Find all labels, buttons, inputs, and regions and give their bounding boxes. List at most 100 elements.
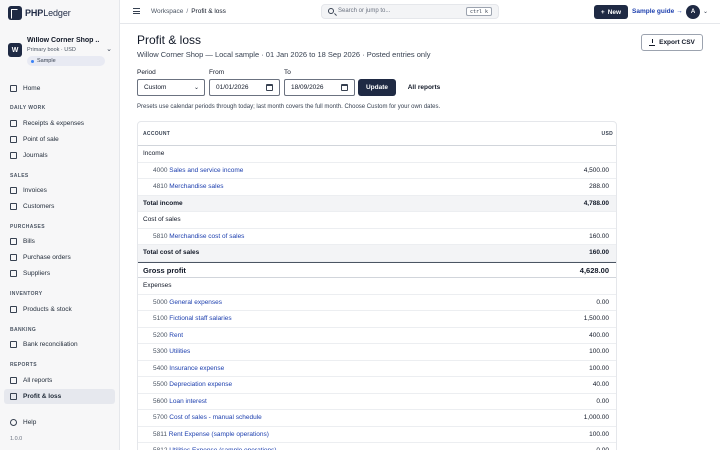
- period-label: Period: [137, 69, 156, 76]
- account-code: 5700: [153, 414, 168, 421]
- account-code: 4000: [153, 166, 168, 174]
- table-row[interactable]: 5200 Rent 400.00: [138, 328, 616, 344]
- table-row[interactable]: 4810 Merchandise sales 288.00: [138, 179, 616, 196]
- update-button[interactable]: Update: [358, 79, 396, 96]
- account-link[interactable]: General expenses: [169, 299, 222, 306]
- report-table: ACCOUNT USD Income 4000 Sales and service…: [137, 121, 617, 450]
- account-link[interactable]: Depreciation expense: [169, 381, 232, 388]
- table-row[interactable]: 5810 Merchandise cost of sales 160.00: [138, 229, 616, 245]
- sidebar-item-products[interactable]: Products & stock: [4, 302, 115, 317]
- from-date-field[interactable]: 01/01/2026: [209, 79, 280, 96]
- account-code: 4810: [153, 183, 168, 190]
- sidebar-item-purchase-orders[interactable]: Purchase orders: [4, 250, 115, 265]
- calendar-icon[interactable]: [266, 84, 273, 91]
- section-inventory: INVENTORY: [10, 291, 43, 297]
- account-link[interactable]: Rent: [169, 332, 183, 339]
- sidebar-item-home[interactable]: Home: [4, 81, 115, 96]
- account-link[interactable]: Loan interest: [169, 398, 207, 405]
- table-row[interactable]: 5811 Rent Expense (sample operations) 100…: [138, 427, 616, 443]
- account-cell: 5500 Depreciation expense: [153, 381, 232, 388]
- chevron-down-icon: ⌄: [106, 46, 112, 53]
- sidebar: PHPLedger W Willow Corner Shop ... Prima…: [0, 0, 120, 450]
- period-hint: Presets use calendar periods through tod…: [137, 104, 441, 110]
- sidebar-item-customers[interactable]: Customers: [4, 199, 115, 214]
- section-row: Income: [138, 146, 616, 163]
- account-code: 5000: [153, 298, 168, 306]
- section-row: Expenses: [138, 278, 616, 295]
- sidebar-item-pos[interactable]: Point of sale: [4, 132, 115, 147]
- user-avatar[interactable]: A: [686, 5, 700, 19]
- table-row[interactable]: 5000 General expenses 0.00: [138, 295, 616, 311]
- sidebar-item-label: Home: [23, 85, 41, 92]
- table-row[interactable]: 5400 Insurance expense 100.00: [138, 361, 616, 377]
- amount-cell: 40.00: [592, 381, 609, 388]
- account-code: 5810: [153, 232, 168, 240]
- section-purchases: PURCHASES: [10, 224, 45, 230]
- account-link[interactable]: Insurance expense: [169, 365, 224, 372]
- table-row[interactable]: 4000 Sales and service income 4,500.00: [138, 163, 616, 179]
- org-switcher[interactable]: W Willow Corner Shop ... Primary book · …: [8, 36, 116, 68]
- table-row[interactable]: 5500 Depreciation expense 40.00: [138, 377, 616, 394]
- account-code: 5811: [153, 430, 167, 438]
- account-link[interactable]: Utilities: [169, 348, 190, 355]
- account-cell: 5600 Loan interest: [153, 398, 207, 405]
- amount-cell: 4,500.00: [583, 166, 609, 174]
- section-sales: SALES: [10, 173, 29, 179]
- sidebar-item-journals[interactable]: Journals: [4, 148, 115, 163]
- sidebar-item-label: Profit & loss: [23, 393, 62, 400]
- account-link[interactable]: Rent Expense (sample operations): [169, 431, 269, 438]
- all-reports-button[interactable]: All reports: [402, 79, 446, 96]
- table-row[interactable]: 5700 Cost of sales - manual schedule 1,00…: [138, 410, 616, 427]
- table-row[interactable]: 5600 Loan interest 0.00: [138, 394, 616, 410]
- search-input[interactable]: Search or jump to... ctrl k: [321, 4, 499, 19]
- table-row[interactable]: 5100 Fictional staff salaries 1,500.00: [138, 311, 616, 328]
- sidebar-item-label: Help: [23, 419, 37, 426]
- period-select[interactable]: Custom ⌄: [137, 79, 205, 96]
- sidebar-item-bank-reconciliation[interactable]: Bank reconciliation: [4, 337, 115, 352]
- sidebar-item-label: Point of sale: [23, 136, 59, 143]
- account-link[interactable]: Merchandise cost of sales: [169, 233, 244, 240]
- chevron-down-icon[interactable]: ⌄: [703, 8, 708, 15]
- logo-icon: [8, 6, 22, 20]
- arrow-right-icon: →: [676, 8, 683, 15]
- sidebar-item-invoices[interactable]: Invoices: [4, 183, 115, 198]
- search-shortcut: ctrl k: [465, 7, 492, 16]
- account-link[interactable]: Fictional staff salaries: [169, 315, 231, 322]
- row-label: Income: [143, 150, 165, 157]
- sidebar-item-profit-loss[interactable]: Profit & loss: [4, 389, 115, 404]
- sidebar-item-label: Purchase orders: [23, 254, 71, 261]
- sidebar-item-label: Customers: [23, 203, 55, 210]
- account-link[interactable]: Cost of sales - manual schedule: [169, 414, 262, 421]
- sidebar-item-label: Journals: [23, 152, 48, 159]
- sidebar-item-bills[interactable]: Bills: [4, 234, 115, 249]
- calendar-icon[interactable]: [341, 84, 348, 91]
- export-csv-button[interactable]: Export CSV: [641, 34, 703, 51]
- table-row[interactable]: 5300 Utilities 100.00: [138, 344, 616, 361]
- org-name: Willow Corner Shop ...: [27, 37, 99, 44]
- register-icon: [10, 136, 17, 143]
- account-code: 5600: [153, 397, 168, 405]
- sample-badge-label: Sample: [37, 58, 56, 64]
- to-label: To: [284, 69, 291, 76]
- breadcrumb: Workspace / Profit & loss: [151, 8, 226, 15]
- account-cell: 5000 General expenses: [153, 299, 222, 306]
- account-cell: 4810 Merchandise sales: [153, 183, 223, 190]
- account-link[interactable]: Merchandise sales: [169, 183, 223, 190]
- account-cell: 5700 Cost of sales - manual schedule: [153, 414, 262, 421]
- sidebar-item-receipts[interactable]: Receipts & expenses: [4, 116, 115, 131]
- account-link[interactable]: Sales and service income: [169, 167, 243, 174]
- sidebar-item-suppliers[interactable]: Suppliers: [4, 266, 115, 281]
- total-row: Total cost of sales 160.00: [138, 245, 616, 262]
- to-date-field[interactable]: 18/09/2026: [284, 79, 355, 96]
- new-button[interactable]: + New: [594, 5, 628, 19]
- sample-guide-link[interactable]: Sample guide →: [632, 8, 683, 15]
- breadcrumb-workspace[interactable]: Workspace: [151, 8, 183, 15]
- sidebar-item-help[interactable]: Help: [4, 415, 115, 430]
- amount-cell: 400.00: [589, 331, 609, 339]
- menu-icon[interactable]: [133, 8, 140, 14]
- app-logo[interactable]: PHPLedger: [8, 6, 71, 20]
- table-row[interactable]: 5812 Utilities Expense (sample operation…: [138, 443, 616, 450]
- period-value: Custom: [144, 84, 167, 91]
- sidebar-item-all-reports[interactable]: All reports: [4, 373, 115, 388]
- total-row: Total income 4,788.00: [138, 195, 616, 212]
